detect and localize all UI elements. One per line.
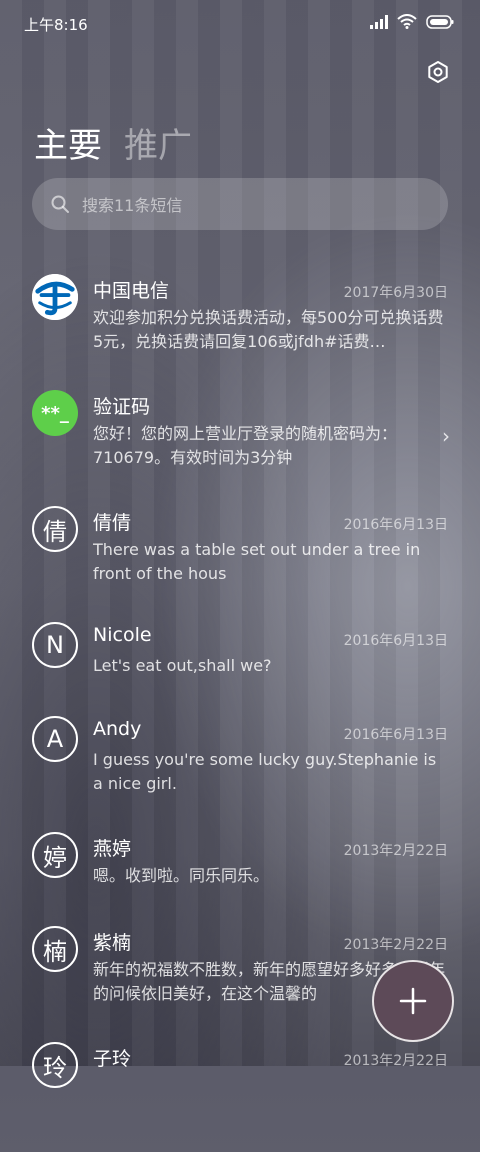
message-date: 2013年2月22日: [343, 843, 448, 859]
conversation-item[interactable]: 倩 倩倩 2016年6月13日 There was a table set ou…: [0, 500, 480, 616]
message-date: 2016年6月13日: [343, 633, 448, 649]
signal-icon: [370, 14, 388, 29]
contact-name: 验证码: [93, 396, 151, 418]
message-date: 2013年2月22日: [343, 937, 448, 953]
wifi-icon: [397, 14, 417, 29]
plus-icon: [399, 987, 427, 1015]
contact-avatar: 倩: [32, 506, 78, 552]
message-preview: 您好！您的网上营业厅登录的随机密码为：710679。有效时间为3分钟: [93, 424, 398, 467]
conversation-item[interactable]: N Nicole 2016年6月13日 Let's eat out,shall …: [0, 616, 480, 710]
status-time: 上午8:16: [24, 16, 88, 34]
contact-avatar: 婷: [32, 832, 78, 878]
message-preview: 欢迎参加积分兑换话费活动，每500分可兑换话费5元，兑换话费请回复106或jfd…: [93, 308, 444, 351]
contact-name: 倩倩: [93, 512, 132, 534]
contact-name: Nicole: [93, 624, 152, 646]
search-icon: [51, 195, 69, 213]
chevron-right-icon[interactable]: ›: [442, 424, 450, 448]
message-date: 2013年2月22日: [343, 1053, 448, 1069]
message-date: 2017年6月30日: [343, 285, 448, 301]
search-placeholder: 搜索11条短信: [82, 196, 183, 215]
contact-avatar: N: [32, 622, 78, 668]
conversation-item[interactable]: 婷 燕婷 2013年2月22日 嗯。收到啦。同乐同乐。: [0, 826, 480, 920]
contact-avatar: A: [32, 716, 78, 762]
category-tabs: 主要 推广: [34, 118, 192, 167]
verification-code-avatar: **_: [32, 390, 78, 436]
compose-button[interactable]: [372, 960, 454, 1042]
contact-name: 紫楠: [93, 932, 132, 954]
conversation-item[interactable]: 玲 子玲 2013年2月22日: [0, 1036, 480, 1152]
contact-name: Andy: [93, 718, 142, 740]
message-preview: I guess you're some lucky guy.Stephanie …: [93, 750, 437, 793]
search-bar[interactable]: 搜索11条短信: [32, 178, 448, 230]
contact-name: 中国电信: [93, 280, 170, 302]
contact-name: 燕婷: [93, 838, 132, 860]
tab-primary[interactable]: 主要: [34, 118, 102, 167]
settings-gear-icon[interactable]: [426, 60, 450, 84]
message-preview: 嗯。收到啦。同乐同乐。: [93, 866, 270, 885]
contact-avatar: 玲: [32, 1042, 78, 1088]
contact-avatar: 楠: [32, 926, 78, 972]
battery-icon: [426, 14, 454, 29]
message-date: 2016年6月13日: [343, 517, 448, 533]
status-bar: 上午8:16: [0, 0, 480, 46]
conversation-item[interactable]: 中国电信 2017年6月30日 欢迎参加积分兑换话费活动，每500分可兑换话费5…: [0, 268, 480, 384]
conversation-item[interactable]: A Andy 2016年6月13日 I guess you're some lu…: [0, 710, 480, 826]
contact-name: 子玲: [93, 1048, 132, 1070]
message-preview: Let's eat out,shall we?: [93, 656, 272, 675]
tab-promotions[interactable]: 推广: [124, 118, 192, 167]
message-preview: There was a table set out under a tree i…: [93, 540, 421, 583]
conversation-item[interactable]: **_ 验证码 您好！您的网上营业厅登录的随机密码为：710679。有效时间为3…: [0, 384, 480, 500]
status-icons: [370, 14, 454, 29]
china-telecom-logo-icon: [32, 274, 78, 320]
message-date: 2016年6月13日: [343, 727, 448, 743]
